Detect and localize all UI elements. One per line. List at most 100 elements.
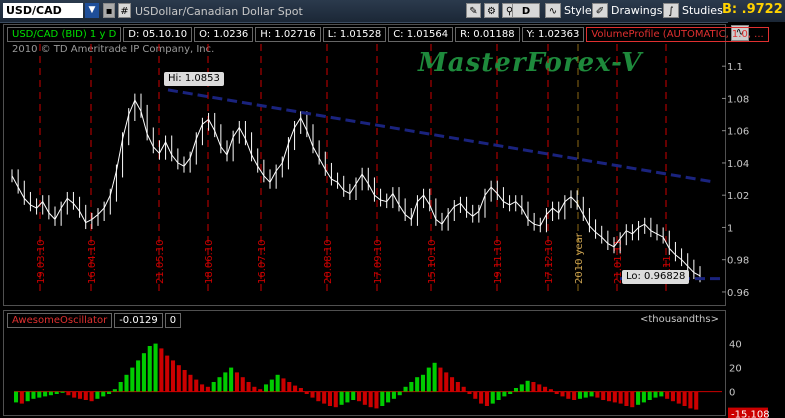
y-tick-label: 1	[727, 223, 733, 234]
oscillator-bar	[409, 382, 414, 392]
oscillator-bar	[641, 391, 646, 403]
oscillator-bar	[374, 391, 379, 409]
oscillator-y-tick-label: 40	[729, 340, 742, 351]
oscillator-y-tick-label: 20	[729, 364, 742, 375]
oscillator-bar	[310, 391, 315, 398]
oscillator-bar	[25, 391, 30, 402]
oscillator-bar	[560, 391, 565, 397]
oscillator-bar	[130, 367, 135, 392]
date-marker-label: 16.07.10	[257, 239, 268, 284]
date-marker-label: 21.05.10	[155, 239, 166, 284]
resistance-trendline	[167, 88, 715, 184]
oscillator-bar	[362, 391, 367, 405]
date-marker-label: 16.04.10	[87, 239, 98, 284]
oscillator-bar	[612, 391, 617, 403]
date-marker-label: 18.06.10	[204, 239, 215, 284]
oscillator-bar	[543, 386, 548, 392]
oscillator-info-bar: AwesomeOscillator -0.0129 0	[7, 313, 183, 328]
oscillator-bar	[188, 374, 193, 392]
oscillator-bar	[118, 382, 123, 392]
oscillator-bar	[269, 379, 274, 392]
oscillator-bar	[176, 365, 181, 392]
y-tick-label: 0.96	[727, 288, 749, 299]
oscillator-bar	[636, 391, 641, 405]
oscillator-bar	[513, 388, 519, 392]
y-tick-label: 1.08	[727, 94, 749, 105]
oscillator-bar	[490, 391, 495, 404]
oscillator-bar	[665, 391, 670, 399]
oscillator-bar	[211, 382, 216, 392]
oscillator-bar	[200, 384, 205, 392]
oscillator-bar	[77, 391, 83, 399]
oscillator-bar	[432, 362, 437, 392]
oscillator-bar	[502, 391, 507, 397]
oscillator-bar	[397, 391, 402, 396]
oscillator-bar	[438, 367, 443, 392]
oscillator-bar	[537, 384, 542, 392]
oscillator-bar	[60, 391, 65, 393]
oscillator-bar	[141, 353, 146, 392]
oscillator-bar	[136, 360, 141, 392]
oscillator-bar	[37, 391, 42, 398]
oscillator-bar	[165, 355, 170, 392]
oscillator-second-value: 0	[164, 313, 182, 328]
oscillator-bar	[577, 391, 582, 399]
oscillator-value: -0.0129	[114, 313, 163, 328]
oscillator-bar	[101, 391, 106, 397]
oscillator-bar	[258, 389, 263, 392]
oscillator-bar	[444, 372, 449, 392]
oscillator-bar	[450, 377, 455, 392]
oscillator-bar	[624, 391, 629, 406]
oscillator-bar	[14, 391, 19, 403]
date-marker-label: 19.11.10	[493, 239, 504, 284]
oscillator-bar	[554, 391, 559, 394]
oscillator-bar	[682, 391, 687, 406]
y-tick-label: 1.06	[727, 127, 749, 138]
oscillator-bar	[304, 391, 309, 394]
oscillator-bar	[223, 372, 228, 392]
oscillator-bar	[159, 348, 164, 392]
oscillator-bar	[525, 380, 530, 392]
oscillator-bar	[583, 391, 588, 398]
lo-label: Lo: 0.96828	[622, 270, 690, 284]
oscillator-bar	[43, 391, 48, 397]
oscillator-bar	[548, 389, 553, 392]
oscillator-bar	[386, 391, 391, 403]
oscillator-bar	[519, 384, 524, 392]
oscillator-bar	[83, 391, 88, 400]
date-marker-label: 19.03.10	[36, 239, 47, 284]
oscillator-bar	[659, 391, 664, 397]
date-marker-label: 15.10.10	[427, 239, 438, 284]
oscillator-bar	[426, 367, 431, 392]
oscillator-bar	[95, 391, 100, 399]
oscillator-bar	[380, 391, 385, 406]
oscillator-bar	[234, 372, 239, 392]
y-tick-label: 1.02	[727, 191, 749, 202]
oscillator-bar	[589, 391, 594, 397]
oscillator-bar	[572, 391, 577, 400]
oscillator-bar	[484, 391, 489, 406]
oscillator-bar	[473, 391, 478, 399]
oscillator-bar	[368, 391, 373, 408]
oscillator-y-tick-label: 0	[729, 388, 735, 399]
oscillator-bar	[467, 391, 472, 394]
oscillator-bar	[205, 386, 210, 392]
oscillator-bar	[89, 391, 94, 402]
oscillator-bar	[48, 391, 53, 396]
y-tick-label: 1.1	[727, 62, 743, 73]
oscillator-bar	[153, 343, 158, 392]
y-tick-label: 0.98	[727, 256, 749, 267]
oscillator-bar	[263, 384, 269, 392]
oscillator-bar	[688, 391, 693, 409]
oscillator-bar	[508, 391, 513, 394]
oscillator-bar	[670, 391, 676, 402]
oscillator-bar	[415, 377, 420, 392]
price-chart: 1.1 1.08 1.06 1.04 1.02 1 0.98 0.96 19.03.10 16.0…	[11, 44, 770, 418]
oscillator-bar	[566, 391, 571, 399]
oscillator-bar	[54, 391, 59, 394]
oscillator-bar	[327, 391, 333, 406]
oscillator-title: AwesomeOscillator	[7, 313, 113, 328]
oscillator-bar	[322, 391, 327, 404]
oscillator-bar	[217, 377, 222, 392]
oscillator-bar	[339, 391, 344, 405]
